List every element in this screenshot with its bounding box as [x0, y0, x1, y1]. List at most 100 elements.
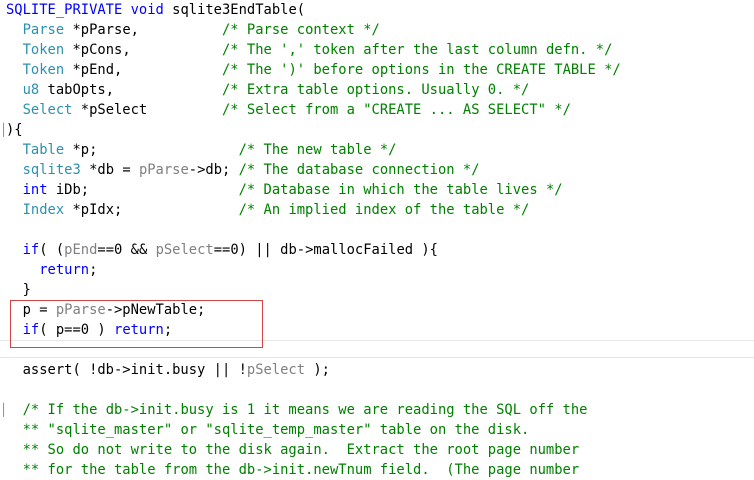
code-text: u8 tabOpts, /* Extra table options. Usua…	[6, 80, 530, 100]
code-text: return;	[6, 260, 97, 280]
code-text: ){	[6, 120, 23, 140]
code-line[interactable]: Token *pEnd, /* The ')' before options i…	[0, 60, 754, 80]
code-line[interactable]	[0, 220, 754, 240]
code-token: return	[39, 262, 90, 278]
code-line[interactable]: Table *p; /* The new table */	[0, 140, 754, 160]
code-text: int iDb; /* Database in which the table …	[6, 180, 563, 200]
code-line[interactable]: │){	[0, 120, 754, 140]
code-line[interactable]: return;	[0, 260, 754, 280]
code-token: *pParse,	[64, 22, 222, 38]
code-token: ** "sqlite_master" or "sqlite_temp_maste…	[22, 422, 530, 438]
code-line[interactable]: int iDb; /* Database in which the table …	[0, 180, 754, 200]
code-token: *p;	[64, 142, 239, 158]
code-token: /* Extra table options. Usually 0. */	[222, 82, 530, 98]
code-token: ==0 &&	[97, 242, 156, 258]
code-token: if	[22, 242, 40, 258]
code-line[interactable]: ** "sqlite_master" or "sqlite_temp_maste…	[0, 420, 754, 440]
code-token: }	[6, 282, 31, 298]
code-text: SQLITE_PRIVATE void sqlite3EndTable(	[6, 0, 305, 20]
code-token: sqlite3	[22, 162, 81, 178]
code-token: /* The new table */	[238, 142, 397, 158]
code-text: Token *pCons, /* The ',' token after the…	[6, 40, 613, 60]
code-line[interactable]: ** So do not write to the disk again. Ex…	[0, 440, 754, 460]
code-line[interactable]: assert( !db->init.busy || !pSelect );	[0, 360, 754, 380]
code-token: sqlite3EndTable(	[163, 2, 306, 18]
code-token: /* Parse context */	[222, 22, 380, 38]
code-token: iDb;	[47, 182, 239, 198]
code-text: ** for the table from the db->init.newTn…	[6, 460, 580, 480]
code-token: pParse	[138, 162, 189, 178]
code-token: int	[22, 182, 48, 198]
code-token: pSelect	[246, 362, 306, 378]
code-token: *pCons,	[64, 42, 222, 58]
code-token: /* If the db->init.busy is 1 it means we…	[22, 402, 588, 418]
code-token: ->db;	[188, 162, 239, 178]
fold-marker-icon[interactable]: │	[0, 120, 7, 140]
code-token: /* The database connection */	[238, 162, 480, 178]
code-line[interactable]: Parse *pParse, /* Parse context */	[0, 20, 754, 40]
code-token: pEnd	[64, 242, 98, 258]
code-token: Token	[22, 42, 65, 58]
code-token: *pSelect	[72, 102, 222, 118]
code-token: ** So do not write to the disk again. Ex…	[22, 442, 580, 458]
code-line[interactable]: Token *pCons, /* The ',' token after the…	[0, 40, 754, 60]
code-token: ( (	[39, 242, 65, 258]
code-line[interactable]: Select *pSelect /* Select from a "CREATE…	[0, 100, 754, 120]
code-line[interactable]: SQLITE_PRIVATE void sqlite3EndTable(	[0, 0, 754, 20]
code-token: ;	[89, 262, 98, 278]
code-token: /* Database in which the table lives */	[238, 182, 563, 198]
code-token: *pEnd,	[64, 62, 222, 78]
code-token: /* An implied index of the table */	[238, 202, 530, 218]
code-line[interactable]: Index *pIdx; /* An implied index of the …	[0, 200, 754, 220]
highlight-box	[10, 300, 263, 348]
code-text: Index *pIdx; /* An implied index of the …	[6, 200, 530, 220]
code-text: assert( !db->init.busy || !pSelect );	[6, 360, 330, 380]
code-token: /* The ')' before options in the CREATE …	[222, 62, 621, 78]
code-token: Table	[22, 142, 65, 158]
code-line[interactable]: ** for the table from the db->init.newTn…	[0, 460, 754, 480]
code-text: Token *pEnd, /* The ')' before options i…	[6, 60, 621, 80]
code-token: SQLITE_PRIVATE	[6, 2, 123, 18]
code-text: Select *pSelect /* Select from a "CREATE…	[6, 100, 571, 120]
code-token: assert( !db->init.busy || !	[6, 362, 247, 378]
code-token: );	[305, 362, 330, 378]
code-token: u8	[22, 82, 40, 98]
fold-marker-icon[interactable]: │	[0, 400, 7, 420]
code-line[interactable]: u8 tabOpts, /* Extra table options. Usua…	[0, 80, 754, 100]
code-token: /* Select from a "CREATE ... AS SELECT" …	[222, 102, 571, 118]
code-editor[interactable]: SQLITE_PRIVATE void sqlite3EndTable( Par…	[0, 0, 754, 478]
code-line[interactable]: │ /* If the db->init.busy is 1 it means …	[0, 400, 754, 420]
code-text: sqlite3 *db = pParse->db; /* The databas…	[6, 160, 480, 180]
code-text: ** "sqlite_master" or "sqlite_temp_maste…	[6, 420, 530, 440]
code-line[interactable]: }	[0, 280, 754, 300]
code-token: Select	[22, 102, 73, 118]
code-line[interactable]: sqlite3 *db = pParse->db; /* The databas…	[0, 160, 754, 180]
code-token: void	[130, 2, 164, 18]
code-token: Token	[22, 62, 65, 78]
code-text: }	[6, 280, 31, 300]
code-text: /* If the db->init.busy is 1 it means we…	[6, 400, 588, 420]
code-token: pSelect	[155, 242, 214, 258]
code-line[interactable]	[0, 380, 754, 400]
code-text: ** So do not write to the disk again. Ex…	[6, 440, 580, 460]
code-token: ** for the table from the db->init.newTn…	[22, 462, 580, 478]
code-token: Index	[22, 202, 65, 218]
code-token: ==0) || db->mallocFailed ){	[213, 242, 438, 258]
code-text: Parse *pParse, /* Parse context */	[6, 20, 380, 40]
code-token: *pIdx;	[64, 202, 239, 218]
code-line[interactable]: if( (pEnd==0 && pSelect==0) || db->mallo…	[0, 240, 754, 260]
